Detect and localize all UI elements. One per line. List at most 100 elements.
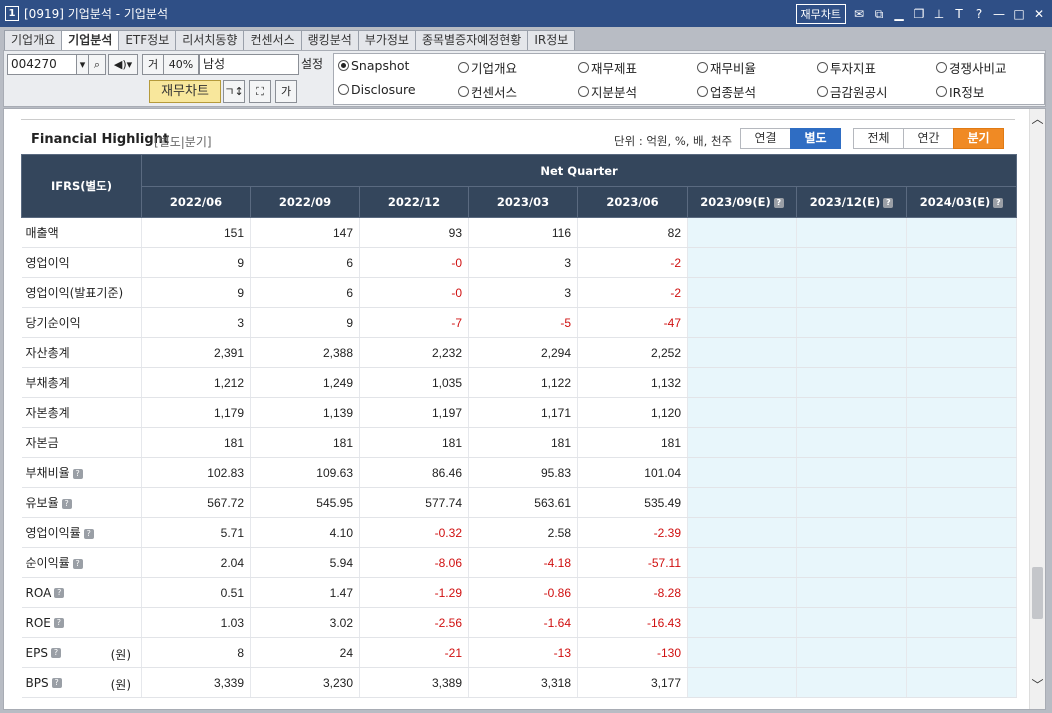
link-window-icon[interactable]: ⧉	[872, 7, 886, 21]
tab-capital-increase[interactable]: 종목별증자예정현황	[414, 30, 529, 50]
financial-chart-button[interactable]: 재무차트	[149, 80, 221, 103]
value-cell: -5	[468, 307, 578, 338]
search-icon[interactable]: ⌕	[88, 54, 106, 75]
help-icon[interactable]: ?	[72, 468, 83, 479]
value-cell: 24	[250, 637, 360, 668]
scroll-thumb[interactable]	[1032, 567, 1043, 619]
value-cell: 5.94	[250, 547, 360, 578]
value-cell	[906, 607, 1018, 638]
period-quarter-button[interactable]: 분기	[953, 128, 1004, 149]
radio-company-overview[interactable]: 기업개요	[458, 58, 517, 77]
value-cell	[796, 367, 907, 398]
help-icon[interactable]: ?	[883, 197, 894, 208]
tab-company-analysis[interactable]: 기업분석	[61, 30, 120, 51]
close-icon[interactable]: ✕	[1032, 7, 1046, 21]
help-icon[interactable]: ?	[993, 197, 1004, 208]
scope-separate-button[interactable]: 별도	[790, 128, 841, 149]
expand-icon[interactable]: ⛶	[249, 80, 271, 103]
period-label: 2023/06	[606, 195, 659, 209]
tab-company-overview[interactable]: 기업개요	[4, 30, 63, 50]
tab-extra-info[interactable]: 부가정보	[357, 30, 416, 50]
value-cell	[687, 427, 797, 458]
speaker-icon[interactable]: ◀)▾	[108, 54, 138, 75]
value-cell: 4.10	[250, 517, 360, 548]
row-label: 영업이익(발표기준)	[25, 286, 124, 300]
minimize-dock-icon[interactable]: ▁	[892, 7, 906, 21]
help-icon[interactable]: ?	[72, 558, 83, 569]
row-label-cell: 자본금	[21, 427, 142, 458]
row-label: 자본총계	[25, 406, 70, 420]
scroll-down-icon[interactable]: ﹀	[1030, 677, 1045, 693]
value-cell: -21	[359, 637, 469, 668]
font-size-icon[interactable]: T	[952, 7, 966, 21]
settings-link[interactable]: 설정	[301, 55, 323, 72]
table-row: EPS? (원) 8 24 -21 -13 -130	[21, 637, 1018, 668]
financial-chart-link[interactable]: 재무차트	[795, 4, 846, 24]
help-icon[interactable]: ?	[50, 648, 61, 658]
value-cell: -0.32	[359, 517, 469, 548]
radio-snapshot[interactable]: Snapshot	[338, 58, 409, 73]
help-icon[interactable]: ?	[54, 588, 65, 598]
highlight-header: Financial Highlight [별도|분기] 단위 : 억원, %, …	[21, 119, 1015, 155]
help-icon[interactable]: ?	[51, 678, 62, 688]
pin-icon[interactable]: ⊥	[932, 7, 946, 21]
row-label: 자산총계	[25, 346, 70, 360]
value-cell: 1,212	[141, 367, 251, 398]
radio-ir-info[interactable]: IR정보	[936, 82, 984, 101]
minimize-icon[interactable]: —	[992, 7, 1006, 21]
value-cell: 181	[468, 427, 578, 458]
help-icon[interactable]: ?	[83, 528, 94, 539]
radio-consensus[interactable]: 컨센서스	[458, 82, 517, 101]
value-cell: 1.03	[141, 607, 251, 638]
radio-fss-disclosure[interactable]: 금감원공시	[817, 82, 888, 101]
radio-dot-icon	[697, 62, 708, 73]
value-cell: 563.61	[468, 487, 578, 518]
table-row: ROE? 1.03 3.02 -2.56 -1.64 -16.43	[21, 607, 1018, 638]
help-icon[interactable]: ?	[53, 618, 64, 628]
company-name-field[interactable]: 남성	[199, 54, 299, 75]
text-size-icon[interactable]: ㄱ↕	[223, 80, 245, 103]
scope-consolidated-button[interactable]: 연결	[740, 128, 791, 149]
restore-icon[interactable]: ❐	[912, 7, 926, 21]
tab-etf-info[interactable]: ETF정보	[118, 30, 177, 50]
radio-investment-indicators[interactable]: 투자지표	[817, 58, 876, 77]
vertical-scrollbar[interactable]: ︿ ﹀	[1029, 109, 1045, 709]
value-cell: 2,388	[250, 337, 360, 368]
tab-research[interactable]: 리서치동향	[175, 30, 245, 50]
value-cell: 577.74	[359, 487, 469, 518]
help-icon[interactable]: ?	[61, 498, 72, 509]
radio-financial-ratios[interactable]: 재무비율	[697, 58, 756, 77]
value-cell: 181	[250, 427, 360, 458]
radio-disclosure[interactable]: Disclosure	[338, 82, 416, 97]
radio-competitor-comparison[interactable]: 경쟁사비교	[936, 58, 1007, 77]
maximize-icon[interactable]: □	[1012, 7, 1026, 21]
radio-financial-statements[interactable]: 재무제표	[578, 58, 637, 77]
row-label-cell: 매출액	[21, 217, 142, 248]
value-cell	[687, 517, 797, 548]
period-label: 2022/09	[278, 195, 332, 209]
value-cell	[906, 397, 1018, 428]
value-cell	[687, 337, 797, 368]
radio-ownership[interactable]: 지분분석	[578, 82, 637, 101]
tab-ir-info[interactable]: IR정보	[527, 30, 576, 50]
value-cell: -0.86	[468, 577, 578, 608]
row-label: 부채비율	[25, 466, 70, 480]
scroll-up-icon[interactable]: ︿	[1030, 111, 1045, 127]
value-cell: 2.58	[468, 517, 578, 548]
period-all-button[interactable]: 전체	[853, 128, 904, 149]
help-icon[interactable]: ?	[773, 197, 784, 208]
font-toggle-icon[interactable]: 가	[275, 80, 297, 103]
main-tabs: 기업개요 기업분석 ETF정보 리서치동향 컨센서스 랭킹분석 부가정보 종목별…	[4, 30, 576, 51]
radio-industry[interactable]: 업종분석	[697, 82, 756, 101]
tab-consensus[interactable]: 컨센서스	[243, 30, 302, 50]
mail-icon[interactable]: ✉	[852, 7, 866, 21]
tab-ranking[interactable]: 랭킹분석	[300, 30, 359, 50]
period-annual-button[interactable]: 연간	[903, 128, 954, 149]
value-cell	[796, 337, 907, 368]
value-cell	[687, 247, 797, 278]
row-label-cell: 자본총계	[21, 397, 142, 428]
stock-code-input[interactable]: 004270	[7, 54, 77, 75]
value-cell: -47	[577, 307, 688, 338]
help-icon[interactable]: ?	[972, 7, 986, 21]
period-header: 2023/09(E)?	[687, 186, 797, 218]
